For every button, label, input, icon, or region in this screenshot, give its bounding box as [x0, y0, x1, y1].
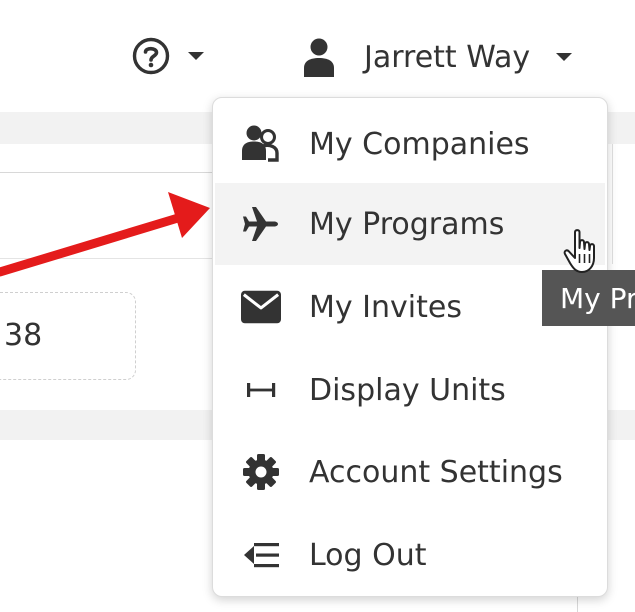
- hand-cursor-icon: [563, 229, 595, 273]
- envelope-icon: [241, 287, 281, 327]
- user-menu-toggle[interactable]: Jarrett Way: [302, 32, 573, 82]
- chevron-down-icon: [188, 52, 204, 60]
- menu-item-label: My Companies: [309, 126, 530, 162]
- users-icon: [241, 124, 281, 164]
- help-menu-toggle[interactable]: [132, 34, 204, 78]
- menu-item-label: Account Settings: [309, 454, 563, 490]
- divider: [612, 144, 613, 264]
- chevron-down-icon: [556, 53, 573, 61]
- divider: [0, 172, 220, 173]
- question-circle-icon: [132, 37, 170, 75]
- menu-item-label: Log Out: [309, 537, 427, 573]
- user-dropdown-menu: My Companies My Programs My Invites Disp…: [212, 97, 608, 597]
- menu-item-account-settings[interactable]: Account Settings: [215, 431, 605, 513]
- menu-item-log-out[interactable]: Log Out: [215, 514, 605, 596]
- top-header: Jarrett Way: [0, 0, 635, 112]
- menu-item-label: My Invites: [309, 289, 462, 325]
- menu-item-my-programs[interactable]: My Programs: [215, 183, 605, 265]
- tooltip: My Pr: [542, 270, 635, 326]
- menu-item-label: Display Units: [309, 372, 506, 408]
- annotation-arrow: [0, 192, 210, 277]
- user-name: Jarrett Way: [364, 39, 531, 75]
- gear-icon: [241, 452, 281, 492]
- logout-icon: [241, 535, 281, 575]
- tooltip-text: My Pr: [560, 281, 635, 315]
- user-icon: [304, 38, 334, 77]
- plane-icon: [241, 204, 281, 244]
- ruler-horizontal-icon: [241, 370, 281, 410]
- menu-item-display-units[interactable]: Display Units: [215, 349, 605, 431]
- field-value: 38: [4, 318, 43, 353]
- menu-item-my-companies[interactable]: My Companies: [215, 103, 605, 185]
- menu-item-label: My Programs: [309, 206, 505, 242]
